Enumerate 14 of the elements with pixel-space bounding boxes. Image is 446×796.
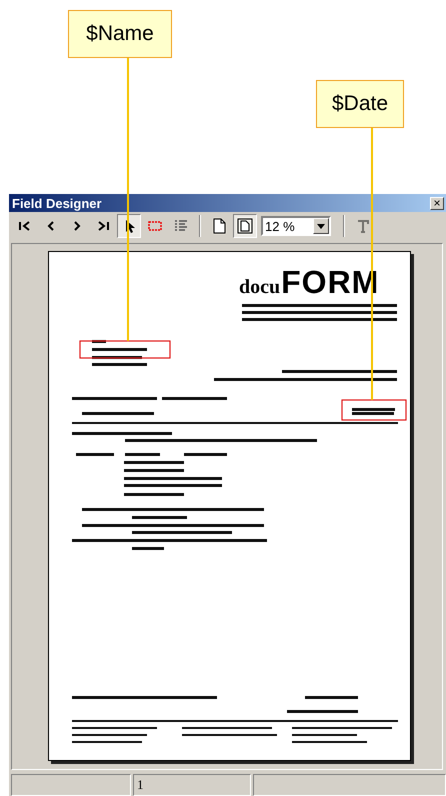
date-field-drawing [341,399,407,421]
page-icon [211,218,227,234]
callout-label: $Date [316,80,404,128]
close-button[interactable]: × [430,196,444,210]
page-number: 1 [137,777,144,793]
zoom-combo[interactable]: 12 % [261,216,331,236]
callout-label: $Name [68,10,172,58]
text-icon [355,218,371,234]
window-title: Field Designer [12,196,102,210]
dropdown-arrow-icon [317,224,325,228]
framed-page-icon [237,218,253,234]
list-icon [173,218,189,234]
framed-page-button[interactable] [233,214,257,238]
pointer-button[interactable] [117,214,141,238]
